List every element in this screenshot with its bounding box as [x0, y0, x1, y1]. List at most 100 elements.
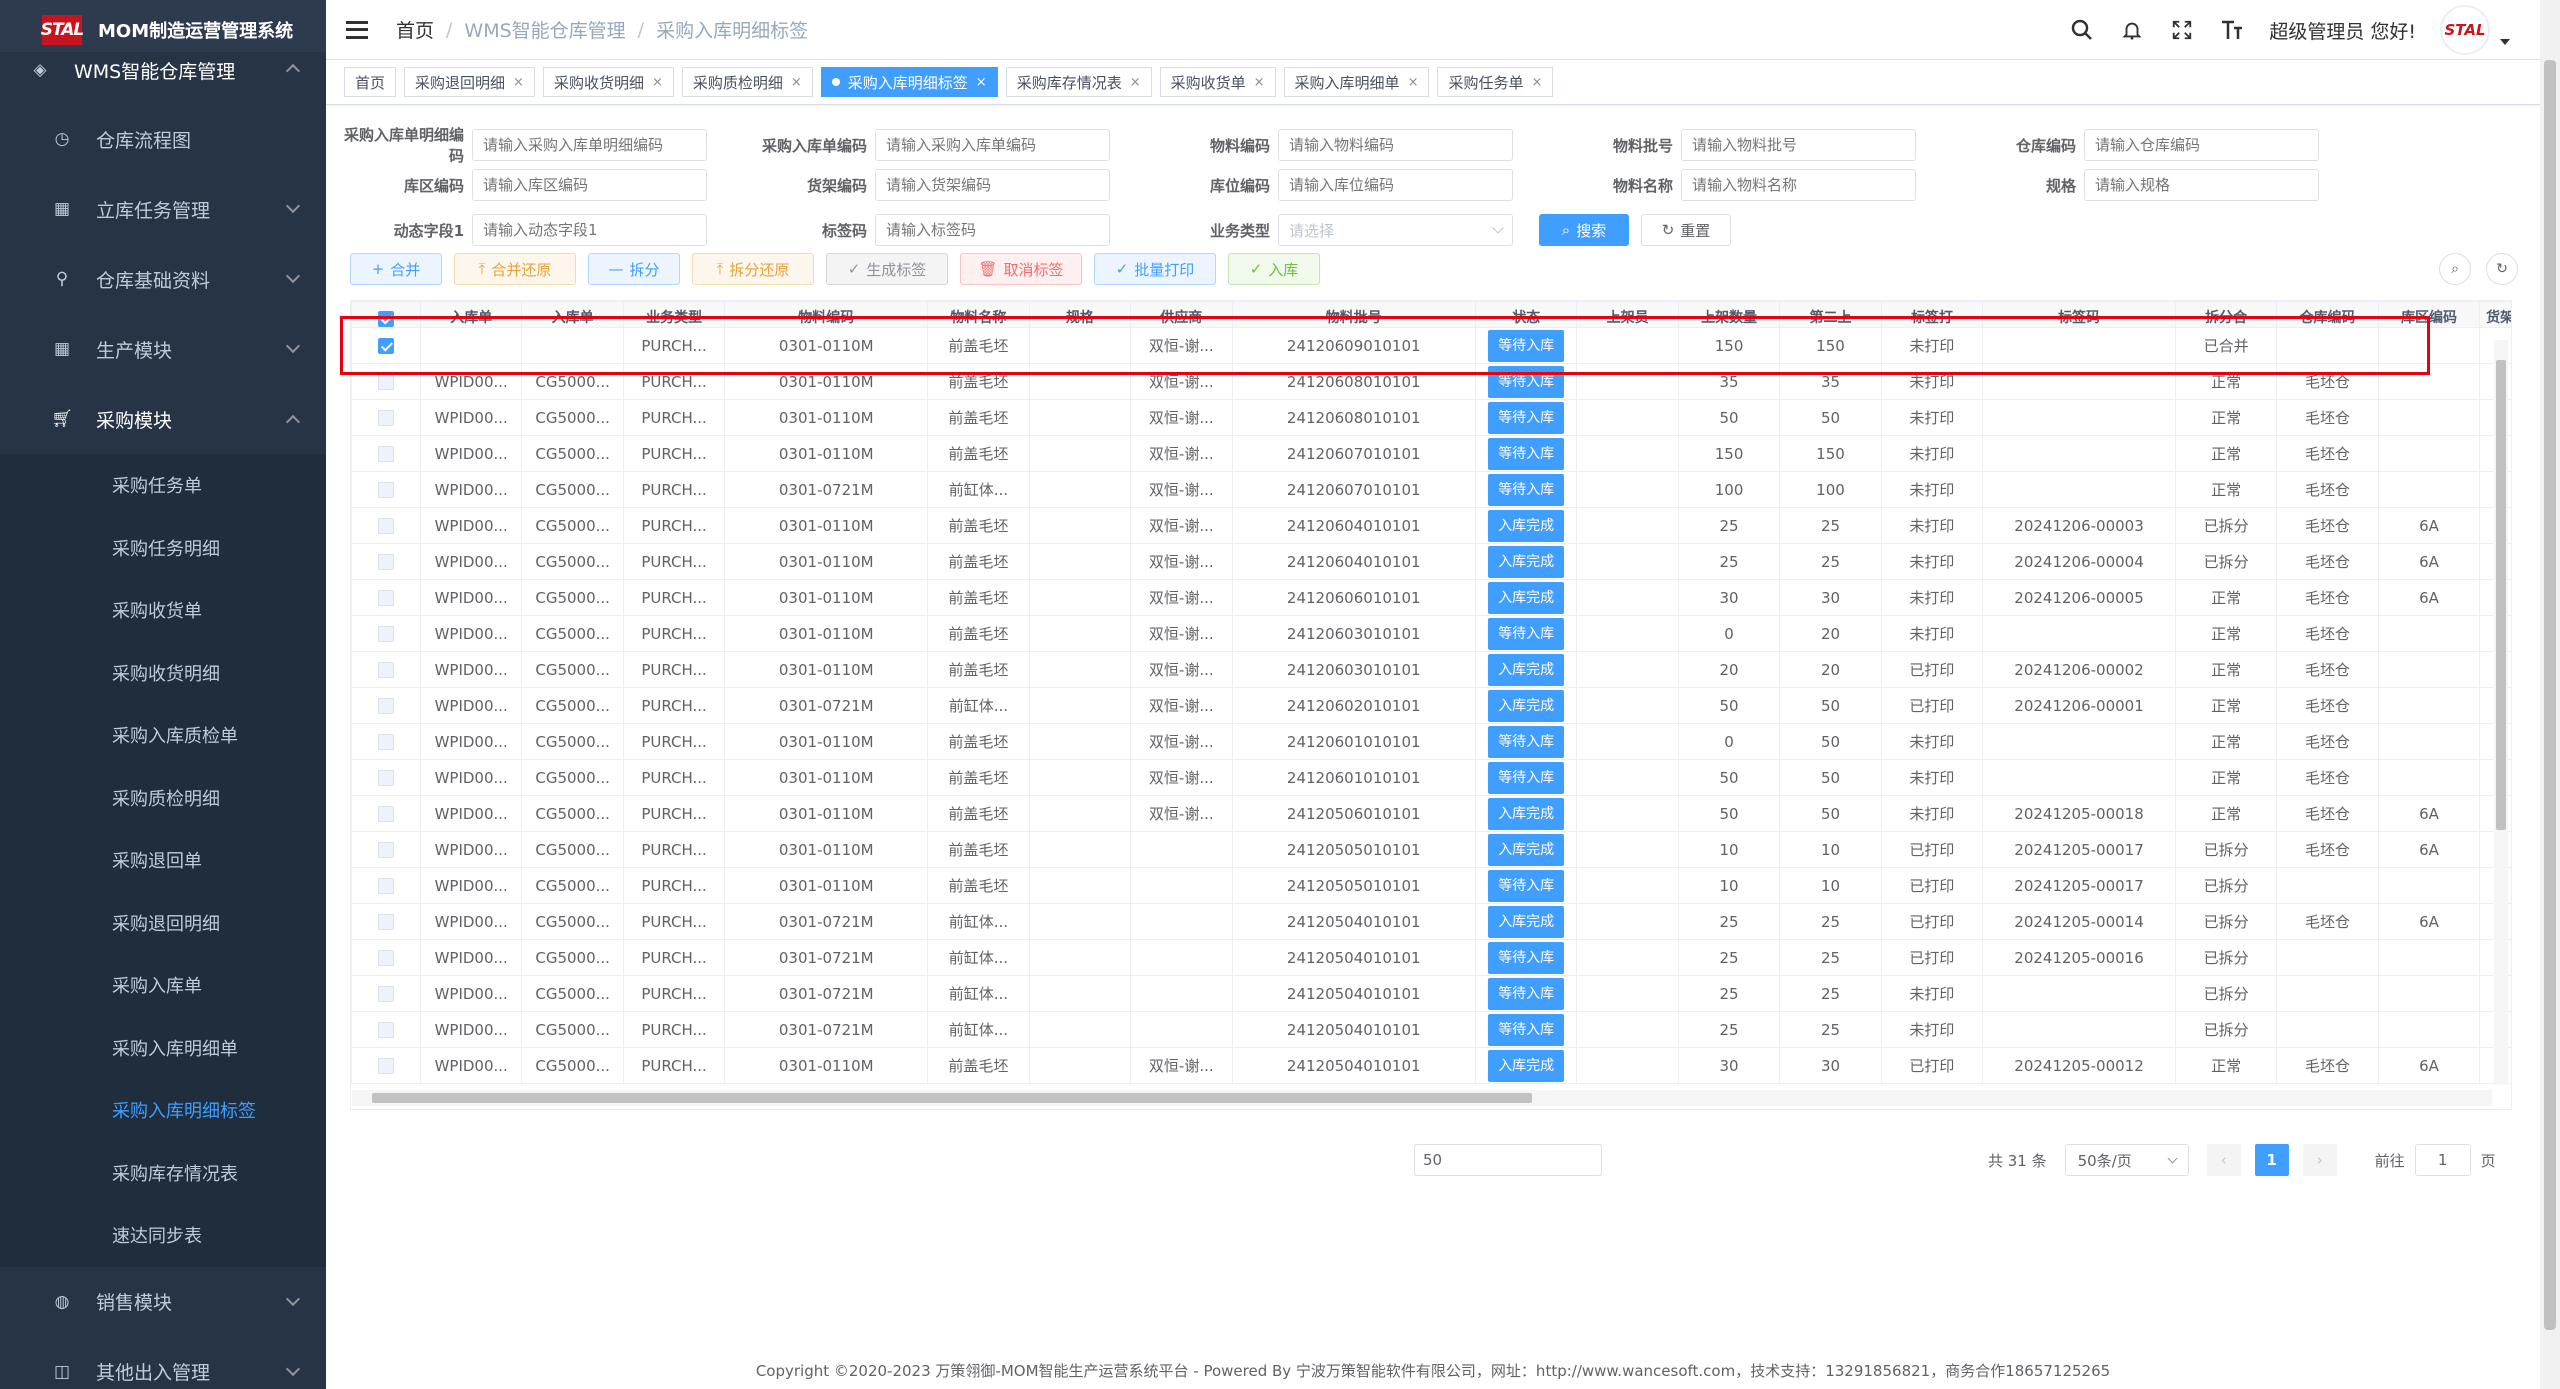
table-row[interactable]: WPID00... CG5000... PURCH... 0301-0721M 前缸体.… — [351, 975, 2511, 1012]
status-badge[interactable]: 入库完成 — [1488, 689, 1565, 722]
status-badge[interactable]: 等待入库 — [1488, 617, 1565, 650]
status-badge[interactable]: 等待入库 — [1488, 437, 1565, 470]
row-checkbox[interactable] — [377, 1058, 394, 1074]
table-row[interactable]: WPID00... CG5000... PURCH... 0301-0110M 前盖毛坯… — [351, 795, 2511, 832]
row-checkbox[interactable] — [377, 878, 394, 894]
table-row[interactable]: WPID00... CG5000... PURCH... 0301-0721M 前缸体.… — [351, 687, 2511, 724]
status-badge[interactable]: 入库完成 — [1488, 905, 1565, 938]
table-row[interactable]: WPID00... CG5000... PURCH... 0301-0110M 前盖毛坯… — [351, 399, 2511, 436]
status-badge[interactable]: 等待入库 — [1488, 401, 1565, 434]
sidebar-item-inventory[interactable]: 采购库存情况表 — [0, 1141, 326, 1204]
close-icon[interactable]: × — [513, 75, 524, 90]
row-checkbox[interactable] — [377, 914, 394, 930]
shelf-code-input[interactable] — [875, 169, 1110, 201]
prev-page-button[interactable]: ‹ — [2206, 1144, 2241, 1176]
generate-label-button[interactable]: ✓ 生成标签 — [826, 253, 948, 285]
tab-inventory[interactable]: 采购库存情况表 × — [1005, 67, 1152, 97]
close-icon[interactable]: × — [976, 75, 987, 90]
row-checkbox[interactable] — [377, 734, 394, 750]
row-checkbox-cell[interactable] — [351, 507, 421, 544]
row-checkbox-cell[interactable] — [351, 363, 421, 400]
area-code-input[interactable] — [472, 169, 707, 201]
status-badge[interactable]: 入库完成 — [1488, 581, 1565, 614]
row-checkbox[interactable] — [377, 446, 394, 462]
material-code-input[interactable] — [1278, 129, 1513, 161]
stock-in-button[interactable]: ✓ 入库 — [1228, 253, 1320, 285]
avatar[interactable]: STAL — [2440, 5, 2490, 55]
sidebar-item-production[interactable]: ▦ 生产模块 — [0, 314, 326, 384]
split-button[interactable]: — 拆分 — [588, 253, 680, 285]
business-type-select[interactable]: 请选择 — [1278, 214, 1513, 246]
reset-button[interactable]: ↻ 重置 — [1641, 214, 1731, 246]
status-badge[interactable]: 等待入库 — [1488, 725, 1565, 758]
status-badge[interactable]: 入库完成 — [1488, 1049, 1565, 1082]
tab-qc-detail[interactable]: 采购质检明细 × — [681, 67, 813, 97]
search-button[interactable]: ⌕ 搜索 — [1539, 214, 1629, 246]
stock-in-detail-code-input[interactable] — [472, 129, 707, 161]
breadcrumb-home[interactable]: 首页 — [396, 16, 434, 43]
bell-icon[interactable] — [2119, 17, 2145, 43]
status-badge[interactable]: 入库完成 — [1488, 797, 1565, 830]
table-row[interactable]: WPID00... CG5000... PURCH... 0301-0110M 前盖毛坯… — [351, 615, 2511, 652]
row-checkbox[interactable] — [377, 338, 394, 354]
sidebar-item-return[interactable]: 采购退回单 — [0, 829, 326, 892]
material-name-input[interactable] — [1681, 169, 1916, 201]
row-checkbox[interactable] — [377, 842, 394, 858]
row-checkbox-cell[interactable] — [351, 759, 421, 796]
table-row[interactable]: WPID00... CG5000... PURCH... 0301-0110M 前盖毛坯… — [351, 1047, 2511, 1084]
stock-in-code-input[interactable] — [875, 129, 1110, 161]
row-checkbox[interactable] — [377, 770, 394, 786]
table-row[interactable]: WPID00... CG5000... PURCH... 0301-0110M 前盖毛坯… — [351, 363, 2511, 400]
sidebar-item-other-io[interactable]: ◫ 其他出入管理 — [0, 1336, 326, 1389]
status-badge[interactable]: 等待入库 — [1488, 761, 1565, 794]
close-icon[interactable]: × — [791, 75, 802, 90]
row-checkbox-cell[interactable] — [351, 651, 421, 688]
merge-button[interactable]: + 合并 — [350, 253, 442, 285]
sidebar-item-receipt[interactable]: 采购收货单 — [0, 579, 326, 642]
table-vertical-scrollbar[interactable] — [2494, 340, 2508, 1085]
row-checkbox-cell[interactable] — [351, 399, 421, 436]
sidebar-item-wms[interactable]: ◈ WMS智能仓库管理 — [0, 52, 326, 88]
sidebar-item-sync[interactable]: 速达同步表 — [0, 1204, 326, 1267]
row-checkbox-cell[interactable] — [351, 687, 421, 724]
table-row[interactable]: WPID00... CG5000... PURCH... 0301-0110M 前盖毛坯… — [351, 867, 2511, 904]
status-badge[interactable]: 等待入库 — [1488, 473, 1565, 506]
status-badge[interactable]: 等待入库 — [1488, 1013, 1565, 1046]
table-row[interactable]: WPID00... CG5000... PURCH... 0301-0721M 前缸体.… — [351, 471, 2511, 508]
sidebar-item-purchase[interactable]: 🛒︎ 采购模块 — [0, 384, 326, 454]
caret-down-icon[interactable] — [2500, 39, 2510, 45]
merge-restore-button[interactable]: ⤒ 合并还原 — [454, 253, 576, 285]
sidebar-item-basic-data[interactable]: ⚲ 仓库基础资料 — [0, 244, 326, 314]
row-checkbox-cell[interactable] — [351, 939, 421, 976]
sidebar-item-receipt-detail[interactable]: 采购收货明细 — [0, 641, 326, 704]
row-checkbox[interactable] — [377, 590, 394, 606]
sidebar-item-purchase-task-detail[interactable]: 采购任务明细 — [0, 516, 326, 579]
select-all-checkbox-cell[interactable] — [351, 301, 421, 328]
table-row[interactable]: WPID00... CG5000... PURCH... 0301-0110M 前盖毛坯… — [351, 543, 2511, 580]
sidebar-item-qc[interactable]: 采购入库质检单 — [0, 704, 326, 767]
tab-stock-in-detail[interactable]: 采购入库明细单 × — [1283, 67, 1430, 97]
status-badge[interactable]: 入库完成 — [1488, 509, 1565, 542]
row-checkbox-cell[interactable] — [351, 903, 421, 940]
status-badge[interactable]: 入库完成 — [1488, 833, 1565, 866]
goto-page-input[interactable]: 1 — [2414, 1144, 2471, 1176]
row-checkbox-cell[interactable] — [351, 435, 421, 472]
hamburger-icon[interactable] — [346, 20, 368, 39]
tab-stock-in-label[interactable]: 采购入库明细标签 × — [820, 67, 998, 97]
status-badge[interactable]: 等待入库 — [1488, 365, 1565, 398]
dynamic-field-input[interactable] — [472, 214, 707, 246]
sidebar-item-qc-detail[interactable]: 采购质检明细 — [0, 766, 326, 829]
sidebar-item-return-detail[interactable]: 采购退回明细 — [0, 891, 326, 954]
row-checkbox[interactable] — [377, 1022, 394, 1038]
close-icon[interactable]: × — [1130, 75, 1141, 90]
row-checkbox-cell[interactable] — [351, 831, 421, 868]
close-icon[interactable]: × — [1254, 75, 1265, 90]
status-badge[interactable]: 入库完成 — [1488, 545, 1565, 578]
row-checkbox[interactable] — [377, 986, 394, 1002]
page-number-1[interactable]: 1 — [2254, 1144, 2289, 1176]
row-checkbox-cell[interactable] — [351, 615, 421, 652]
sidebar-item-stock-in-label[interactable]: 采购入库明细标签 — [0, 1079, 326, 1142]
row-checkbox-cell[interactable] — [351, 723, 421, 760]
tab-purchase-task[interactable]: 采购任务单 × — [1437, 67, 1554, 97]
table-row[interactable]: WPID00... CG5000... PURCH... 0301-0721M 前缸体.… — [351, 939, 2511, 976]
